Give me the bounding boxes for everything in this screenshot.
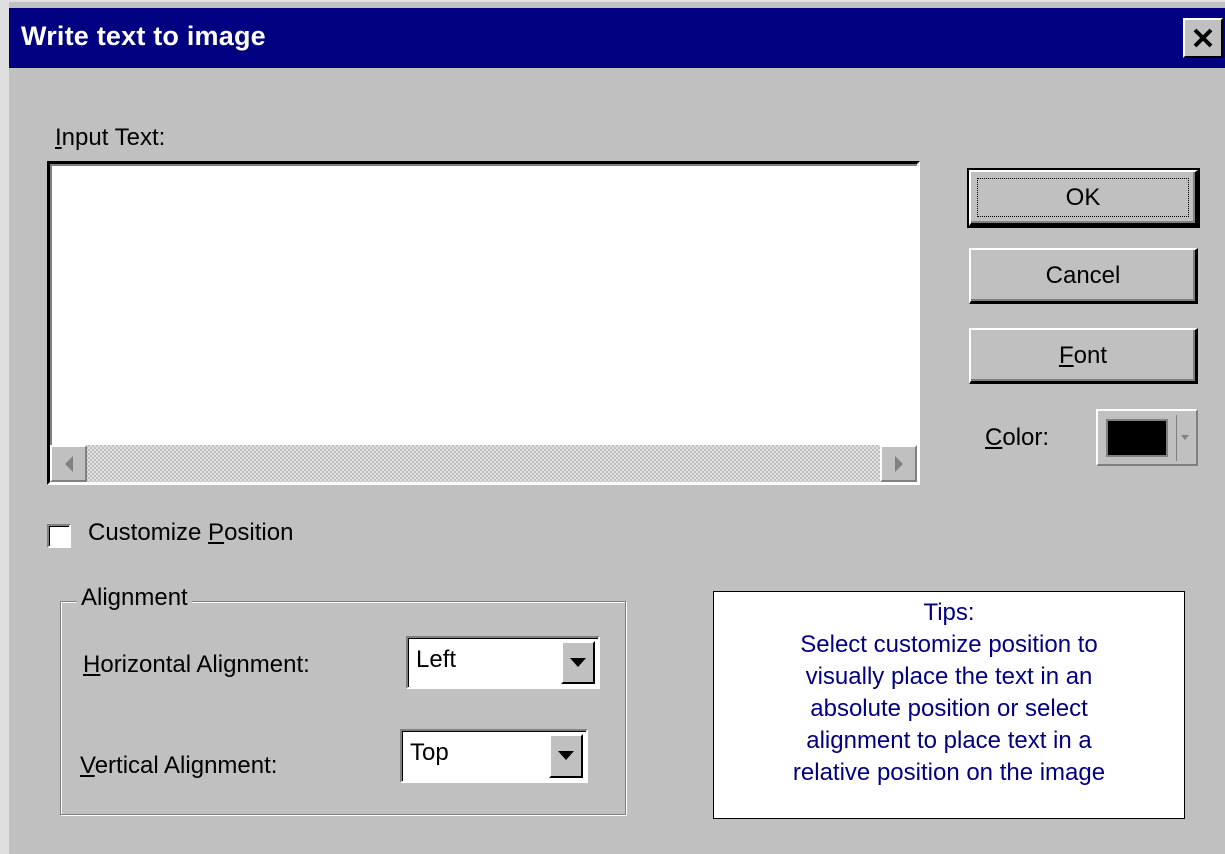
title-bar[interactable]: Write text to image [9,8,1225,68]
color-label: Color: [985,424,1050,451]
cancel-button[interactable]: Cancel [969,248,1198,304]
vertical-alignment-select[interactable]: Top [400,729,588,783]
dropdown-arrow-icon [558,751,574,760]
scroll-left-button[interactable] [50,445,87,482]
scroll-left-arrow-icon [64,455,73,472]
tips-line: relative position on the image [792,759,1106,786]
vertical-alignment-dropdown-button[interactable] [549,734,583,778]
tips-line: absolute position or select [810,695,1088,722]
tips-line: alignment to place text in a [806,727,1092,754]
input-text-field[interactable] [47,161,920,485]
tips-line: Select customize position to [800,631,1098,658]
horizontal-alignment-select[interactable]: Left [406,636,600,689]
color-dropdown-arrow[interactable] [1176,415,1193,461]
tips-line: visually place the text in an [805,663,1093,690]
customize-position-label[interactable]: Customize Position [88,519,293,547]
tips-heading: Tips: [923,599,975,626]
chevron-down-icon [1181,435,1189,440]
scroll-right-button[interactable] [880,445,917,482]
tips-panel: Tips: Select customize position to visua… [713,591,1185,819]
color-picker-button[interactable] [1096,409,1198,466]
horizontal-alignment-label: Horizontal Alignment: [83,651,310,678]
horizontal-scrollbar[interactable] [50,445,917,482]
close-button[interactable] [1183,18,1223,58]
input-text-label: Input Text: [55,124,166,151]
alignment-group-label: Alignment [77,584,192,612]
color-swatch [1106,419,1168,457]
customize-position-checkbox[interactable] [47,524,71,548]
horizontal-alignment-dropdown-button[interactable] [561,641,595,684]
font-button[interactable]: Font [969,328,1198,384]
vertical-alignment-label: Vertical Alignment: [80,752,278,779]
focus-rectangle [977,178,1189,217]
scroll-right-arrow-icon [894,455,903,472]
dropdown-arrow-icon [570,657,586,667]
close-icon [1193,28,1213,48]
ok-button[interactable]: OK [967,168,1200,228]
window-title: Write text to image [21,21,266,51]
